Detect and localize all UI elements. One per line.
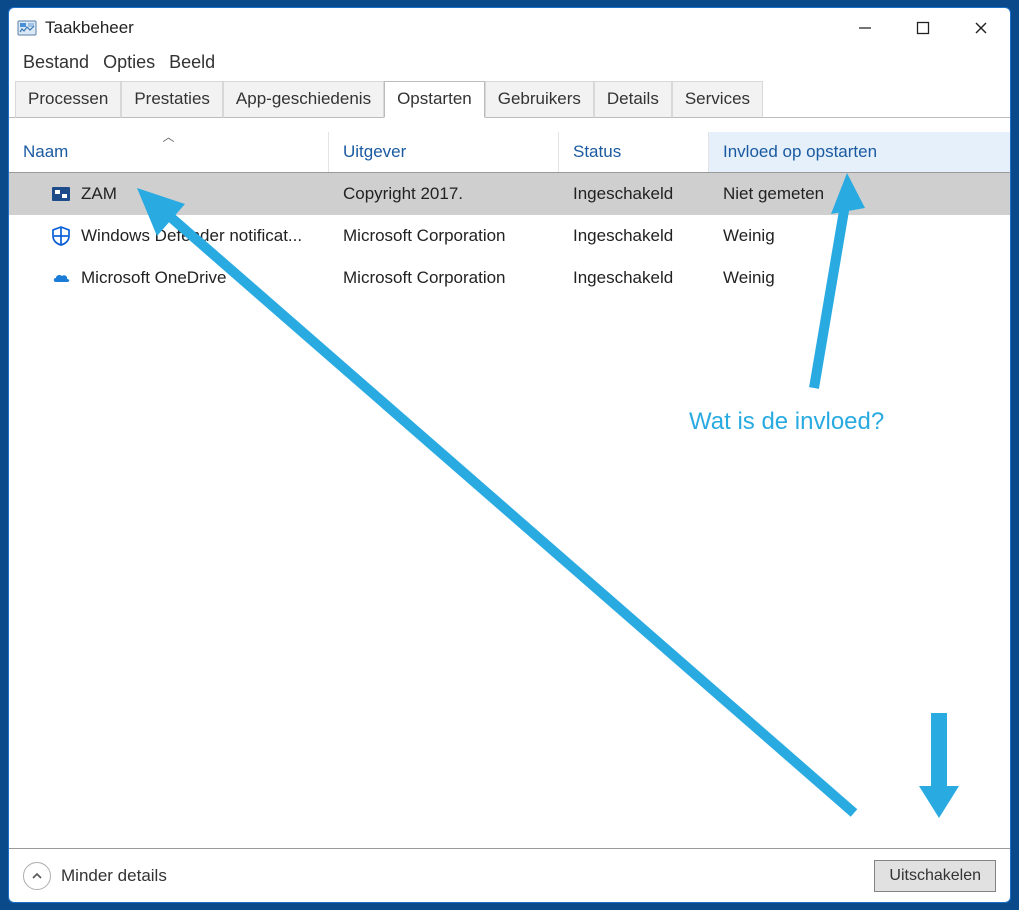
app-row-icon [51,184,71,204]
cell-status: Ingeschakeld [559,226,709,246]
defender-icon [51,226,71,246]
startup-table-body: ZAM Copyright 2017. Ingeschakeld Niet ge… [9,173,1010,299]
column-header-impact[interactable]: Invloed op opstarten [709,132,1010,172]
column-header-name-label: Naam [23,142,68,162]
column-headers: ︿ Naam Uitgever Status Invloed op opstar… [9,118,1010,173]
task-manager-window: Taakbeheer Bestand Opties Beeld Processe… [8,7,1011,903]
window-title: Taakbeheer [45,18,134,38]
tab-startup[interactable]: Opstarten [384,81,485,118]
annotation-text: Wat is de invloed? [689,408,884,436]
cell-impact: Weinig [709,268,1010,288]
fewer-details-label: Minder details [61,866,167,886]
column-header-status[interactable]: Status [559,132,709,172]
tab-processes[interactable]: Processen [15,81,121,118]
cell-name: Microsoft OneDrive [81,268,226,288]
tab-performance[interactable]: Prestaties [121,81,223,118]
tab-strip: Processen Prestaties App-geschiedenis Op… [9,81,1010,118]
table-row[interactable]: Windows Defender notificat... Microsoft … [9,215,1010,257]
sort-indicator-icon: ︿ [162,128,174,145]
menu-file[interactable]: Bestand [19,50,93,75]
footer: Minder details Uitschakelen [9,848,1010,902]
cell-status: Ingeschakeld [559,268,709,288]
onedrive-icon [51,268,71,288]
tab-details[interactable]: Details [594,81,672,118]
column-header-status-label: Status [573,142,621,162]
close-button[interactable] [952,8,1010,48]
column-header-name[interactable]: ︿ Naam [9,132,329,172]
startup-panel: ︿ Naam Uitgever Status Invloed op opstar… [9,118,1010,848]
cell-publisher: Microsoft Corporation [329,226,559,246]
cell-name: Windows Defender notificat... [81,226,302,246]
tab-history[interactable]: App-geschiedenis [223,81,384,118]
titlebar[interactable]: Taakbeheer [9,8,1010,48]
menu-view[interactable]: Beeld [165,50,219,75]
tab-services[interactable]: Services [672,81,763,118]
table-row[interactable]: Microsoft OneDrive Microsoft Corporation… [9,257,1010,299]
menubar: Bestand Opties Beeld [9,48,1010,81]
chevron-up-icon [23,862,51,890]
fewer-details-toggle[interactable]: Minder details [23,862,167,890]
cell-publisher: Copyright 2017. [329,184,559,204]
column-header-publisher-label: Uitgever [343,142,406,162]
cell-status: Ingeschakeld [559,184,709,204]
minimize-button[interactable] [836,8,894,48]
app-icon [17,18,37,38]
table-row[interactable]: ZAM Copyright 2017. Ingeschakeld Niet ge… [9,173,1010,215]
disable-button[interactable]: Uitschakelen [874,860,996,892]
cell-impact: Weinig [709,226,1010,246]
menu-options[interactable]: Opties [99,50,159,75]
cell-publisher: Microsoft Corporation [329,268,559,288]
tab-users[interactable]: Gebruikers [485,81,594,118]
maximize-button[interactable] [894,8,952,48]
cell-impact: Niet gemeten [709,184,1010,204]
cell-name: ZAM [81,184,117,204]
column-header-impact-label: Invloed op opstarten [723,142,877,162]
column-header-publisher[interactable]: Uitgever [329,132,559,172]
